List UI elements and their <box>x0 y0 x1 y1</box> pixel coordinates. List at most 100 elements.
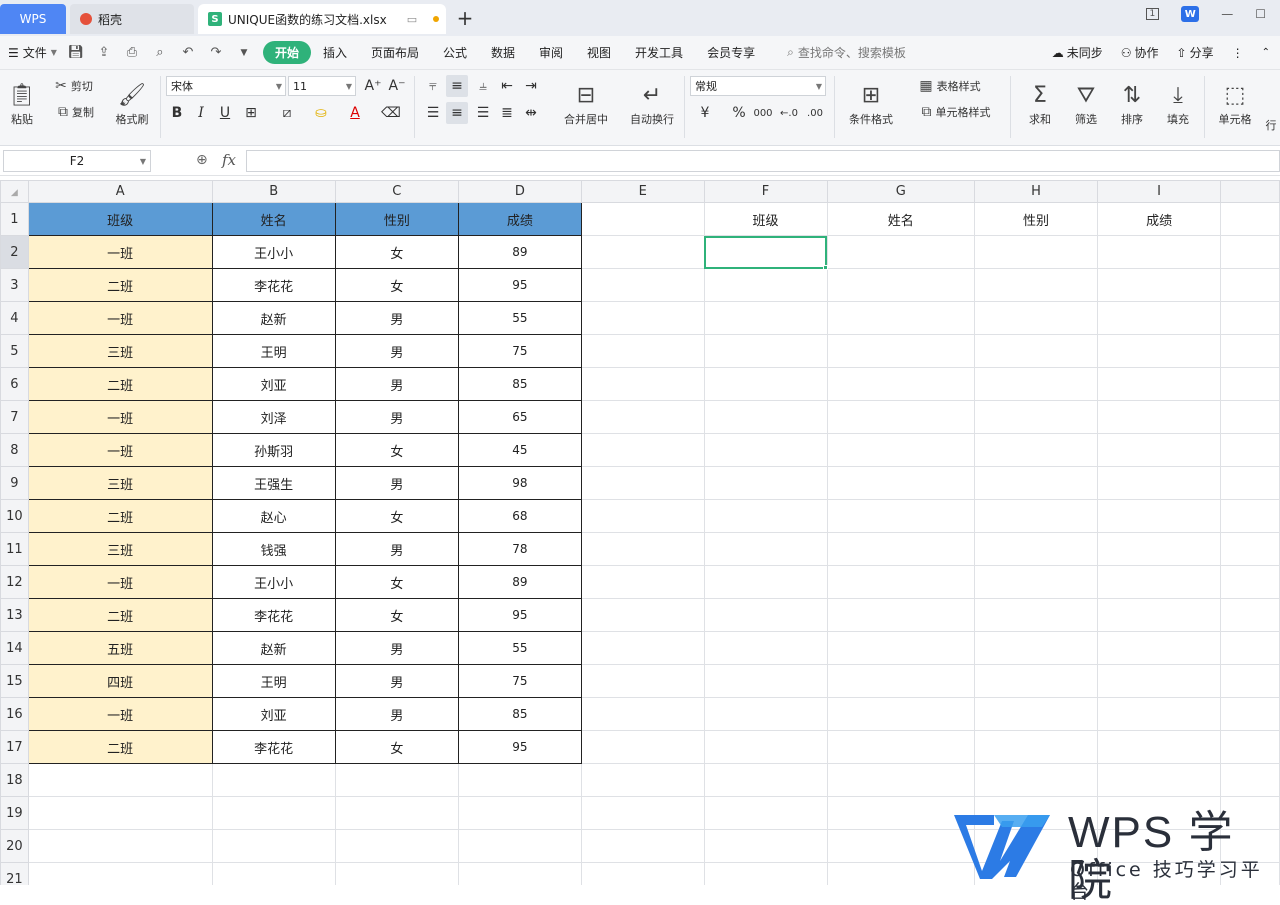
row-header-10[interactable]: 10 <box>1 500 29 533</box>
align-bottom-icon[interactable]: ⫨ <box>472 75 494 97</box>
format-painter-button[interactable]: 🖌︎ 格式刷 <box>110 76 154 136</box>
cell-h16[interactable] <box>975 698 1098 731</box>
cell-e13[interactable] <box>581 599 704 632</box>
align-center-icon[interactable]: ≡ <box>446 102 468 124</box>
cell-h15[interactable] <box>975 665 1098 698</box>
cell-d7[interactable]: 65 <box>458 401 581 434</box>
tab-member[interactable]: 会员专享 <box>695 44 767 61</box>
cell-a11[interactable]: 三班 <box>28 533 212 566</box>
cell-e9[interactable] <box>581 467 704 500</box>
cell-b14[interactable]: 赵新 <box>212 632 335 665</box>
cell-a20[interactable] <box>28 830 212 863</box>
cell-c2[interactable]: 女 <box>335 236 458 269</box>
cell-e16[interactable] <box>581 698 704 731</box>
cell-b10[interactable]: 赵心 <box>212 500 335 533</box>
cell-e3[interactable] <box>581 269 704 302</box>
cell-b2[interactable]: 王小小 <box>212 236 335 269</box>
cell-a6[interactable]: 二班 <box>28 368 212 401</box>
cell-extra-10[interactable] <box>1221 500 1280 533</box>
cell-f2[interactable] <box>704 236 827 269</box>
cell-a12[interactable]: 一班 <box>28 566 212 599</box>
cell-extra-7[interactable] <box>1221 401 1280 434</box>
column-header-a[interactable]: A <box>28 181 212 203</box>
cell-g8[interactable] <box>827 434 975 467</box>
cell-e4[interactable] <box>581 302 704 335</box>
function-icon[interactable]: fx <box>222 151 236 169</box>
command-search[interactable]: ⌕ 查找命令、搜索模板 <box>787 44 906 61</box>
cell-d18[interactable] <box>458 764 581 797</box>
cell-c18[interactable] <box>335 764 458 797</box>
row-header-12[interactable]: 12 <box>1 566 29 599</box>
export-icon[interactable]: ⇪ <box>95 45 113 60</box>
cell-b9[interactable]: 王强生 <box>212 467 335 500</box>
cell-extra-4[interactable] <box>1221 302 1280 335</box>
column-header-b[interactable]: B <box>212 181 335 203</box>
cell-b6[interactable]: 刘亚 <box>212 368 335 401</box>
sync-button[interactable]: ☁未同步 <box>1052 44 1103 61</box>
cell-d6[interactable]: 85 <box>458 368 581 401</box>
cell-b7[interactable]: 刘泽 <box>212 401 335 434</box>
cell-extra-15[interactable] <box>1221 665 1280 698</box>
cell-g10[interactable] <box>827 500 975 533</box>
cell-f10[interactable] <box>704 500 827 533</box>
cell-d14[interactable]: 55 <box>458 632 581 665</box>
row-header-7[interactable]: 7 <box>1 401 29 434</box>
cell-extra-3[interactable] <box>1221 269 1280 302</box>
cell-f18[interactable] <box>704 764 827 797</box>
cell-i9[interactable] <box>1098 467 1221 500</box>
cell-d10[interactable]: 68 <box>458 500 581 533</box>
cell-g13[interactable] <box>827 599 975 632</box>
tab-daoke[interactable]: 稻壳 <box>70 4 194 34</box>
row-header-9[interactable]: 9 <box>1 467 29 500</box>
distributed-icon[interactable]: ⇹ <box>520 102 542 124</box>
collapse-ribbon-icon[interactable]: ⌃ <box>1262 47 1270 58</box>
cell-f21[interactable] <box>704 863 827 886</box>
tab-formulas[interactable]: 公式 <box>431 44 479 61</box>
cell-d15[interactable]: 75 <box>458 665 581 698</box>
cell-e15[interactable] <box>581 665 704 698</box>
cell-h13[interactable] <box>975 599 1098 632</box>
clear-format-icon[interactable]: ⌫ <box>380 102 402 124</box>
cell-c9[interactable]: 男 <box>335 467 458 500</box>
cell-extra-6[interactable] <box>1221 368 1280 401</box>
cell-h9[interactable] <box>975 467 1098 500</box>
increase-font-icon[interactable]: A⁺ <box>362 75 384 97</box>
cell-f1[interactable]: 班级 <box>704 203 827 236</box>
cell-a3[interactable]: 二班 <box>28 269 212 302</box>
align-right-icon[interactable]: ☰ <box>472 102 494 124</box>
file-menu[interactable]: ☰ 文件 ▼ <box>8 44 57 61</box>
cell-h7[interactable] <box>975 401 1098 434</box>
cell-b15[interactable]: 王明 <box>212 665 335 698</box>
row-header-8[interactable]: 8 <box>1 434 29 467</box>
name-box[interactable]: F2 ▼ <box>3 150 151 172</box>
row-header-20[interactable]: 20 <box>1 830 29 863</box>
cell-button[interactable]: ⬚ 单元格 <box>1210 76 1260 136</box>
cell-d17[interactable]: 95 <box>458 731 581 764</box>
cell-h14[interactable] <box>975 632 1098 665</box>
cell-c4[interactable]: 男 <box>335 302 458 335</box>
conditional-format-button[interactable]: ⊞ 条件格式 <box>840 76 902 136</box>
row-header-17[interactable]: 17 <box>1 731 29 764</box>
cell-a5[interactable]: 三班 <box>28 335 212 368</box>
print-icon[interactable]: ⎙ <box>123 45 141 60</box>
cell-c21[interactable] <box>335 863 458 886</box>
cell-extra-13[interactable] <box>1221 599 1280 632</box>
cell-f17[interactable] <box>704 731 827 764</box>
more-options-icon[interactable]: ⋮ <box>1232 46 1244 60</box>
cell-h2[interactable] <box>975 236 1098 269</box>
cut-button[interactable]: ✂剪切 <box>48 76 100 96</box>
cell-f9[interactable] <box>704 467 827 500</box>
cell-d19[interactable] <box>458 797 581 830</box>
increase-decimal-icon[interactable]: ←.0 <box>778 102 800 124</box>
formula-input[interactable] <box>246 150 1280 172</box>
row-header-19[interactable]: 19 <box>1 797 29 830</box>
cell-b1[interactable]: 姓名 <box>212 203 335 236</box>
cell-b18[interactable] <box>212 764 335 797</box>
cell-a4[interactable]: 一班 <box>28 302 212 335</box>
cell-g11[interactable] <box>827 533 975 566</box>
wps-account-icon[interactable]: W <box>1181 6 1199 22</box>
cell-c6[interactable]: 男 <box>335 368 458 401</box>
share-button[interactable]: ⇧分享 <box>1177 44 1214 61</box>
row-header-15[interactable]: 15 <box>1 665 29 698</box>
cell-d9[interactable]: 98 <box>458 467 581 500</box>
